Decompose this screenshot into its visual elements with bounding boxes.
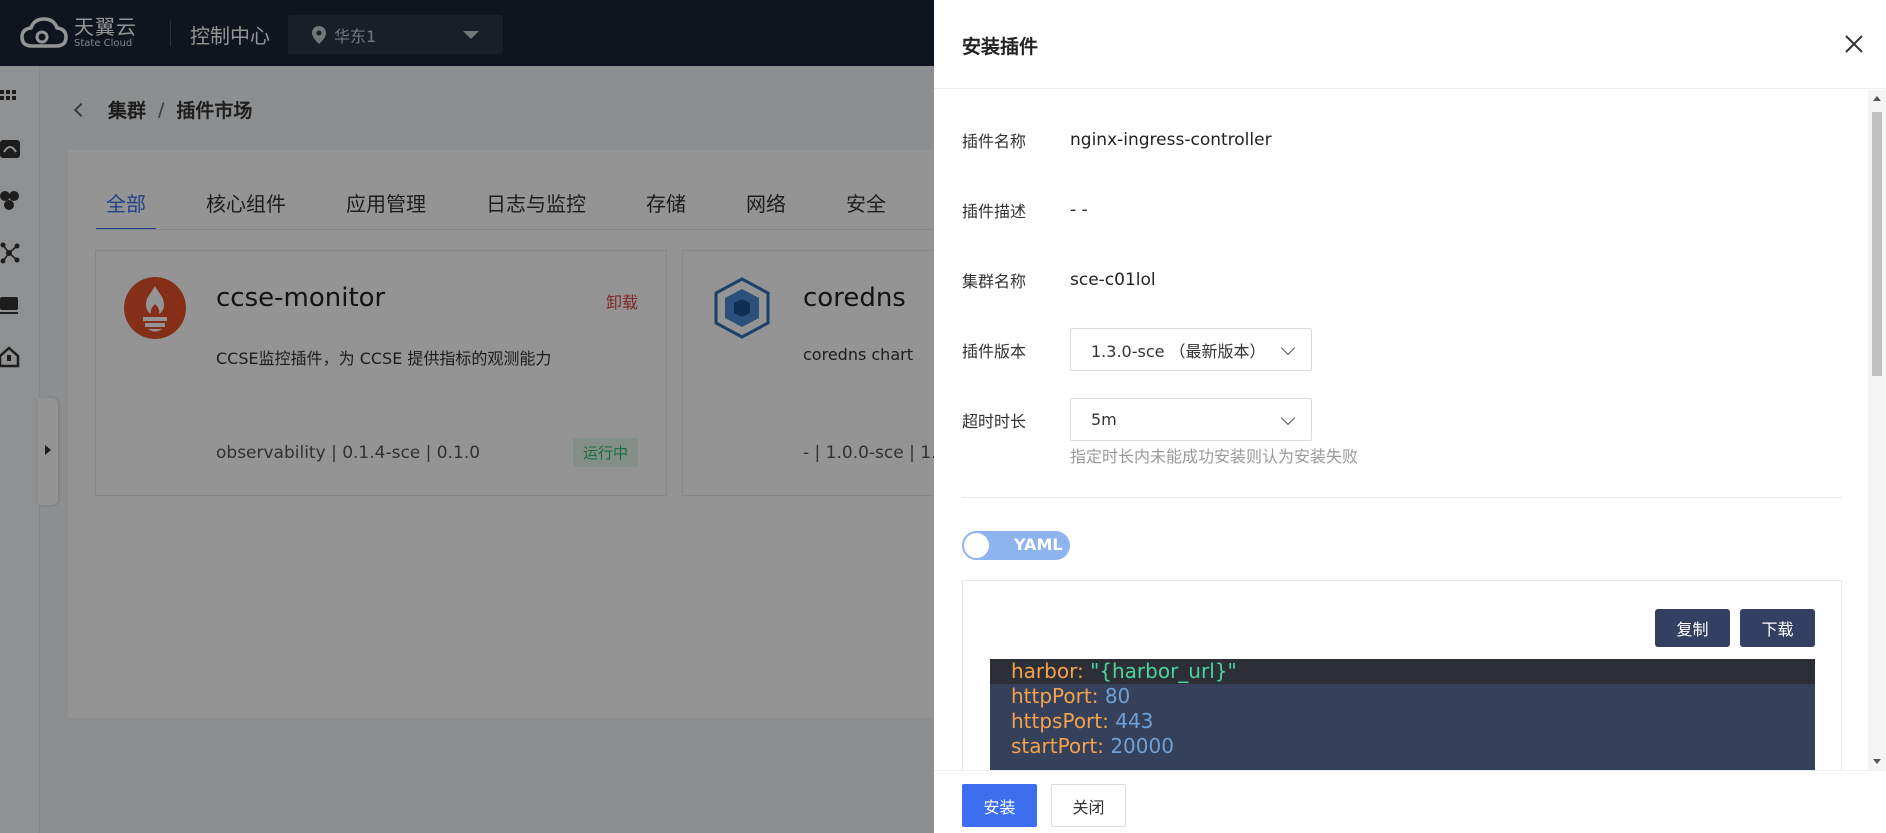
scroll-down-icon[interactable] — [1873, 759, 1881, 764]
scroll-up-icon[interactable] — [1873, 96, 1881, 101]
drawer-title: 安装插件 — [962, 36, 1039, 58]
version-selected: 1.3.0-sce （最新版本） — [1091, 341, 1266, 361]
drawer-footer: 安装 关闭 — [934, 770, 1886, 833]
cluster-name-value: sce-c01lol — [1070, 270, 1156, 290]
toggle-knob — [964, 533, 989, 558]
yaml-editor-container: 复制 下载 harbor: "{harbor_url}" httpPort: 8… — [962, 580, 1842, 770]
code-line: httpPort: 80 — [1011, 684, 1131, 708]
drawer-body: 插件名称 nginx-ingress-controller 插件描述 - - 集… — [934, 90, 1866, 770]
plugin-name-value: nginx-ingress-controller — [1070, 130, 1272, 150]
close-icon[interactable] — [1840, 30, 1868, 58]
field-plugin-version: 插件版本 1.3.0-sce （最新版本） — [962, 328, 1312, 371]
code-line: harbor: "{harbor_url}" — [990, 659, 1815, 684]
close-button[interactable]: 关闭 — [1051, 784, 1126, 827]
install-plugin-drawer: 安装插件 插件名称 nginx-ingress-controller 插件描述 … — [934, 0, 1886, 833]
chevron-down-icon — [1280, 340, 1296, 356]
download-button[interactable]: 下载 — [1740, 609, 1815, 647]
field-cluster-name: 集群名称 sce-c01lol — [962, 268, 1156, 292]
yaml-code-editor[interactable]: harbor: "{harbor_url}" httpPort: 80 http… — [990, 659, 1815, 770]
scrollbar-thumb[interactable] — [1872, 112, 1882, 376]
timeout-selected: 5m — [1091, 410, 1117, 429]
field-plugin-desc: 插件描述 - - — [962, 198, 1088, 222]
chevron-down-icon — [1280, 410, 1296, 426]
install-button[interactable]: 安装 — [962, 784, 1037, 827]
code-line: httpsPort: 443 — [1011, 709, 1154, 733]
timeout-hint: 指定时长内未能成功安装则认为安装失败 — [1070, 447, 1359, 466]
field-label: 插件版本 — [962, 341, 1027, 361]
copy-button[interactable]: 复制 — [1655, 609, 1730, 647]
plugin-desc-value: - - — [1070, 200, 1088, 220]
drawer-scrollbar[interactable] — [1868, 90, 1886, 770]
yaml-toggle[interactable]: YAML — [962, 531, 1070, 560]
field-label: 集群名称 — [962, 272, 1027, 291]
field-label: 插件名称 — [962, 132, 1027, 151]
version-select[interactable]: 1.3.0-sce （最新版本） — [1070, 328, 1312, 371]
field-timeout: 超时时长 5m — [962, 398, 1312, 441]
field-label: 超时时长 — [962, 411, 1027, 431]
section-divider — [962, 497, 1842, 498]
field-label: 插件描述 — [962, 202, 1027, 221]
yaml-toggle-label: YAML — [1014, 535, 1063, 554]
drawer-header: 安装插件 — [934, 0, 1886, 89]
field-plugin-name: 插件名称 nginx-ingress-controller — [962, 128, 1272, 152]
code-line: startPort: 20000 — [1011, 734, 1174, 758]
timeout-select[interactable]: 5m — [1070, 398, 1312, 441]
